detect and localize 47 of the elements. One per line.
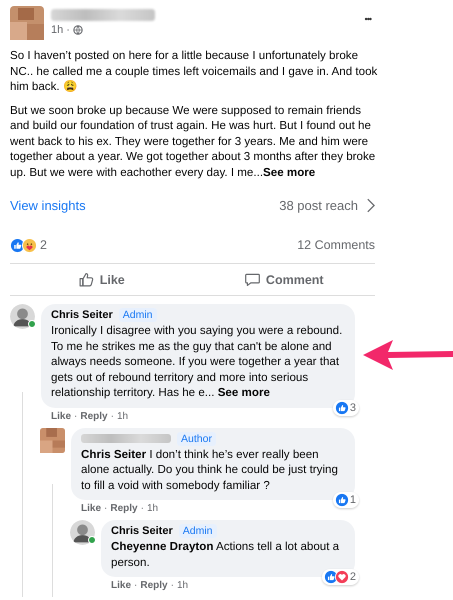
thumbs-up-icon: [78, 271, 95, 288]
comment-time: 1h: [146, 503, 158, 514]
commenter-name[interactable]: Chris Seiter: [51, 309, 113, 321]
chevron-right-icon: [366, 198, 375, 213]
separator-dot: ·: [110, 410, 114, 422]
see-more-link[interactable]: See more: [218, 386, 270, 399]
comment-count-link[interactable]: 12 Comments: [297, 238, 375, 252]
role-badge: Admin: [178, 524, 217, 538]
view-insights-link[interactable]: View insights: [10, 198, 86, 213]
post-text: But we soon broke up because We were supposed to remain friends and build our foundation of trust again. He was hurt. But I found out he went back to his ex. They were together for 3 years. Me and him were together about a year. We got together about 3 months after they broke up. But we were with eachother every day. I me...See more: [10, 102, 376, 180]
avatar[interactable]: [70, 520, 95, 545]
globe-icon: [72, 25, 83, 35]
avatar[interactable]: [40, 428, 65, 452]
comment-text: Chris Seiter I don’t think he’s ever really been alone actually. Do you think he could be just trying to fill a void with somebody familiar ?: [81, 446, 339, 493]
post-text: So I haven’t posted on here for a little because I unfortunately broke NC.. he called me a couple times left voicemails and I gave in. And took him back. 😩: [10, 48, 378, 94]
comment-action-link[interactable]: Like: [111, 580, 132, 591]
separator-dot: ·: [134, 580, 138, 591]
comment-action-link[interactable]: Like: [51, 410, 72, 422]
commenter-name[interactable]: Chris Seiter: [111, 525, 173, 537]
comment-text: Ironically I disagree with you saying you were a rebound. To me he strikes me as the guy that can't be alone and always needs someone. If you were together a year that gets out of rebound territory and more into serious relationship territory. Has he e... See more: [51, 323, 344, 400]
avatar[interactable]: [10, 304, 35, 329]
comment-action-link[interactable]: Reply: [80, 410, 108, 422]
separator-dot: ·: [74, 410, 78, 422]
comment-action-link[interactable]: Reply: [140, 580, 168, 591]
post-reach-link[interactable]: 38 post reach: [279, 198, 375, 213]
reaction-summary[interactable]: 2: [10, 238, 47, 252]
post-action-button[interactable]: Like: [10, 264, 192, 295]
role-badge: Author: [177, 432, 216, 446]
comment-time: 1h: [176, 580, 188, 591]
more-options-button[interactable]: •••: [360, 6, 375, 32]
reaction-summary[interactable]: 1: [332, 492, 359, 508]
post-action-button[interactable]: Comment: [192, 264, 375, 295]
separator-dot: ·: [140, 503, 144, 514]
comment-action-link[interactable]: Reply: [110, 503, 138, 514]
speech-bubble-icon: [244, 271, 261, 288]
post-time: 1h ·: [51, 24, 70, 36]
reaction-summary[interactable]: 3: [332, 400, 359, 416]
mention-link[interactable]: Cheyenne Drayton: [111, 540, 214, 553]
comment-text: Cheyenne Drayton Actions tell a lot about a person.: [111, 539, 340, 570]
comment-action-link[interactable]: Like: [81, 503, 102, 514]
comment-time: 1h: [116, 410, 128, 422]
mention-link[interactable]: Chris Seiter: [81, 448, 146, 460]
reaction-summary[interactable]: 2: [322, 569, 359, 585]
see-more-link[interactable]: See more: [263, 166, 316, 178]
separator-dot: ·: [170, 580, 174, 591]
role-badge: Admin: [118, 308, 157, 322]
separator-dot: ·: [104, 503, 108, 514]
